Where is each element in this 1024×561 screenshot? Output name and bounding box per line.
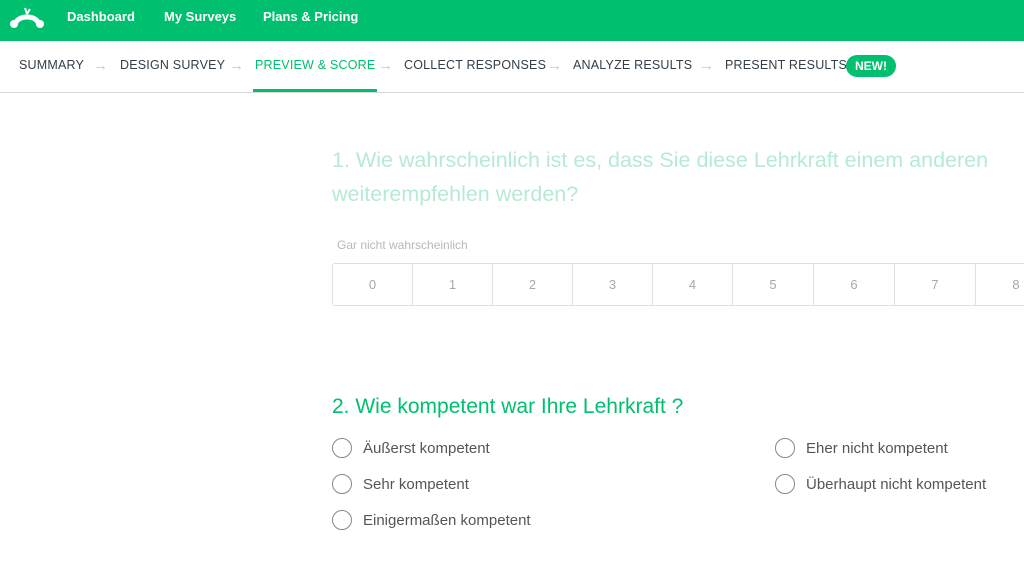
radio-button[interactable] bbox=[332, 438, 352, 458]
step-preview-score[interactable]: PREVIEW & SCORE bbox=[253, 41, 378, 92]
arrow-right-icon: → bbox=[378, 57, 393, 74]
radio-option[interactable]: Sehr kompetent bbox=[332, 474, 469, 494]
nav-my-surveys[interactable]: My Surveys bbox=[164, 0, 236, 41]
radio-option[interactable]: Eher nicht kompetent bbox=[775, 438, 948, 458]
scale-option[interactable]: 3 bbox=[572, 263, 653, 306]
arrow-right-icon: → bbox=[93, 57, 108, 74]
new-badge: NEW! bbox=[846, 55, 896, 77]
step-present-results[interactable]: PRESENT RESULTS bbox=[725, 41, 847, 92]
nps-scale: 0 1 2 3 4 5 6 7 8 bbox=[332, 263, 1024, 306]
option-label: Eher nicht kompetent bbox=[806, 439, 948, 457]
nav-dashboard[interactable]: Dashboard bbox=[67, 0, 135, 41]
step-summary[interactable]: SUMMARY bbox=[19, 41, 84, 92]
radio-button[interactable] bbox=[332, 474, 352, 494]
survey-steps-nav: SUMMARY → DESIGN SURVEY → PREVIEW & SCOR… bbox=[0, 41, 1024, 93]
option-label: Sehr kompetent bbox=[363, 475, 469, 493]
arrow-right-icon: → bbox=[229, 57, 244, 74]
scale-option[interactable]: 0 bbox=[332, 263, 413, 306]
question-1-line2: weiterempfehlen werden? bbox=[332, 182, 579, 206]
radio-option[interactable]: Einigermaßen kompetent bbox=[332, 510, 531, 530]
scale-option[interactable]: 8 bbox=[975, 263, 1024, 306]
scale-option[interactable]: 4 bbox=[652, 263, 733, 306]
scale-option[interactable]: 2 bbox=[492, 263, 573, 306]
radio-option[interactable]: Überhaupt nicht kompetent bbox=[775, 474, 986, 494]
radio-button[interactable] bbox=[775, 438, 795, 458]
nav-plans-pricing[interactable]: Plans & Pricing bbox=[263, 0, 358, 41]
radio-button[interactable] bbox=[332, 510, 352, 530]
scale-option[interactable]: 6 bbox=[813, 263, 895, 306]
step-design-survey[interactable]: DESIGN SURVEY bbox=[120, 41, 225, 92]
step-analyze-results[interactable]: ANALYZE RESULTS bbox=[573, 41, 692, 92]
option-label: Überhaupt nicht kompetent bbox=[806, 475, 987, 493]
scale-option[interactable]: 1 bbox=[412, 263, 493, 306]
option-label: Einigermaßen kompetent bbox=[363, 511, 531, 529]
step-collect-responses[interactable]: COLLECT RESPONSES bbox=[404, 41, 546, 92]
arrow-right-icon: → bbox=[547, 57, 562, 74]
question-1-line1: 1. Wie wahrscheinlich ist es, dass Sie d… bbox=[332, 148, 989, 172]
option-label: Äußerst kompetent bbox=[363, 439, 490, 457]
monkey-logo-icon[interactable] bbox=[9, 6, 45, 30]
arrow-right-icon: → bbox=[699, 57, 714, 74]
question-2-title: 2. Wie kompetent war Ihre Lehrkraft ? bbox=[332, 395, 684, 418]
top-bar: Dashboard My Surveys Plans & Pricing bbox=[0, 0, 1024, 41]
radio-option[interactable]: Äußerst kompetent bbox=[332, 438, 490, 458]
radio-button[interactable] bbox=[775, 474, 795, 494]
scale-option[interactable]: 5 bbox=[732, 263, 814, 306]
question-1-title: 1. Wie wahrscheinlich ist es, dass Sie d… bbox=[332, 143, 1024, 211]
scale-low-label: Gar nicht wahrscheinlich bbox=[337, 238, 468, 252]
scale-option[interactable]: 7 bbox=[894, 263, 976, 306]
